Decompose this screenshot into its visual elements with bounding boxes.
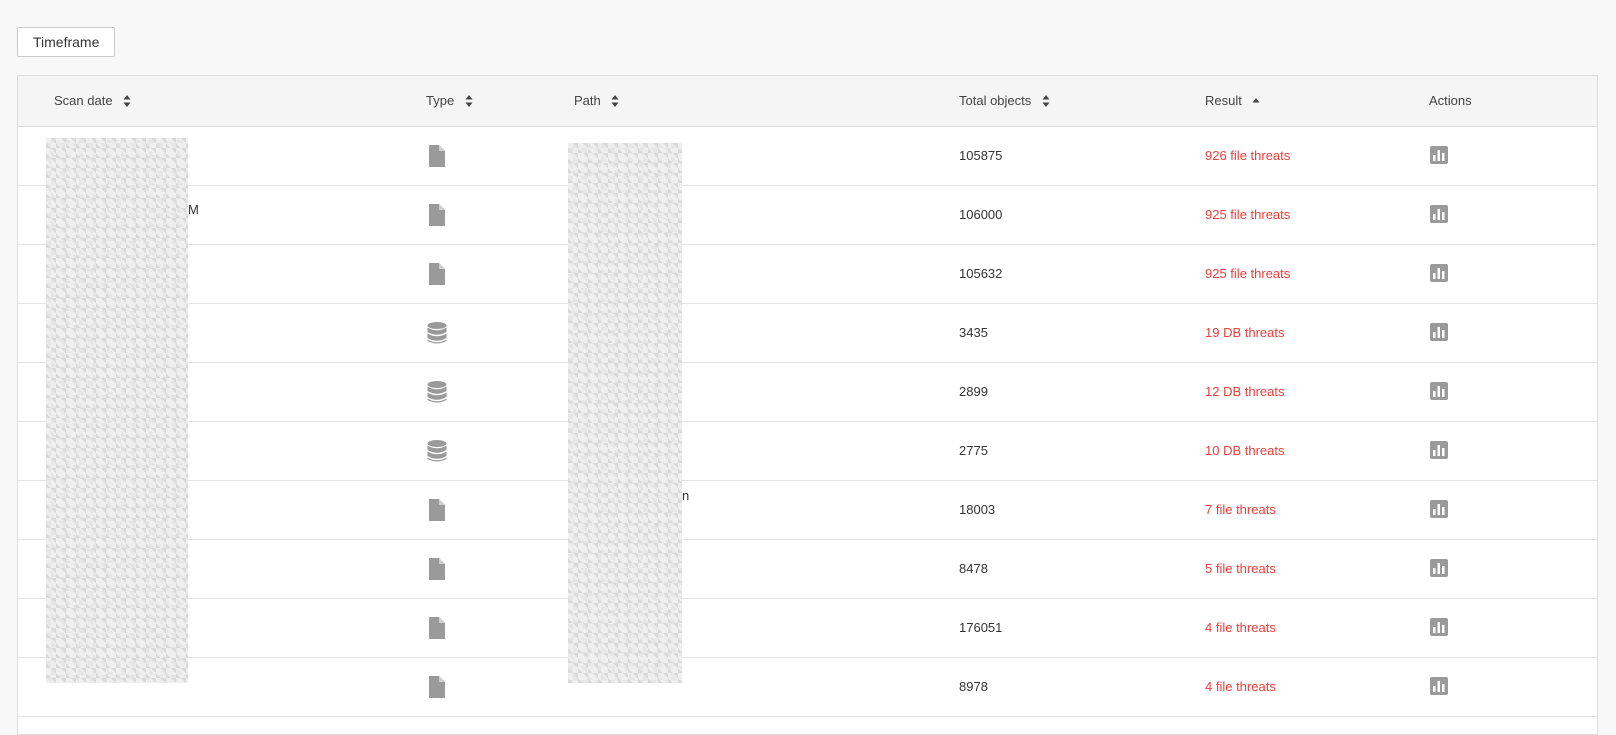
bar-chart-icon[interactable]: [1430, 146, 1448, 164]
database-icon: [426, 439, 448, 463]
table-row: 8478 5 file threats: [18, 540, 1597, 599]
total-objects-cell: 105875: [959, 148, 1003, 163]
path-suffix: n: [682, 488, 690, 503]
scan-results-table: Scan date Type Path Total objects Result…: [17, 75, 1598, 735]
sort-icon: [465, 94, 473, 107]
total-objects-cell: 106000: [959, 207, 1003, 222]
result-cell[interactable]: 925 file threats: [1205, 186, 1290, 244]
file-icon: [426, 557, 448, 581]
table-row: 106000 925 file threats: [18, 186, 1597, 245]
scan-date-suffix: M: [188, 202, 199, 217]
result-cell[interactable]: 926 file threats: [1205, 127, 1290, 185]
result-cell[interactable]: 19 DB threats: [1205, 304, 1285, 362]
sort-icon: [123, 94, 131, 107]
file-icon: [426, 144, 448, 168]
table-row: 3435 19 DB threats: [18, 304, 1597, 363]
result-cell[interactable]: 4 file threats: [1205, 658, 1276, 716]
bar-chart-icon[interactable]: [1430, 441, 1448, 459]
bar-chart-icon[interactable]: [1430, 500, 1448, 518]
header-total-objects[interactable]: Total objects: [959, 76, 1050, 126]
bar-chart-icon[interactable]: [1430, 559, 1448, 577]
table-body: 105875 926 file threats 106000 925 file thr…: [18, 127, 1597, 717]
table-header: Scan date Type Path Total objects Result…: [18, 76, 1597, 127]
header-result-label: Result: [1205, 93, 1242, 108]
bar-chart-icon[interactable]: [1430, 677, 1448, 695]
file-icon: [426, 498, 448, 522]
table-row: 176051 4 file threats: [18, 599, 1597, 658]
table-row: 105632 925 file threats: [18, 245, 1597, 304]
header-result[interactable]: Result: [1205, 76, 1260, 126]
timeframe-button[interactable]: Timeframe: [17, 27, 116, 57]
result-cell[interactable]: 925 file threats: [1205, 245, 1290, 303]
header-total-objects-label: Total objects: [959, 93, 1032, 108]
file-icon: [426, 616, 448, 640]
result-cell[interactable]: 7 file threats: [1205, 481, 1276, 539]
header-type[interactable]: Type: [426, 76, 473, 126]
redacted-scan-dates: [46, 138, 188, 683]
total-objects-cell: 3435: [959, 325, 988, 340]
database-icon: [426, 380, 448, 404]
header-path[interactable]: Path: [574, 76, 619, 126]
sort-icon: [1042, 94, 1050, 107]
bar-chart-icon[interactable]: [1430, 618, 1448, 636]
sort-asc-icon: [1252, 97, 1260, 103]
file-icon: [426, 203, 448, 227]
total-objects-cell: 105632: [959, 266, 1003, 281]
bar-chart-icon[interactable]: [1430, 205, 1448, 223]
file-icon: [426, 675, 448, 699]
table-row: 8978 4 file threats: [18, 658, 1597, 717]
sort-icon: [611, 94, 619, 107]
header-actions-label: Actions: [1429, 93, 1472, 108]
bar-chart-icon[interactable]: [1430, 382, 1448, 400]
bar-chart-icon[interactable]: [1430, 323, 1448, 341]
redacted-paths: [568, 143, 682, 683]
total-objects-cell: 18003: [959, 502, 996, 517]
table-row: 105875 926 file threats: [18, 127, 1597, 186]
header-scan-date-label: Scan date: [54, 93, 113, 108]
table-row: 2775 10 DB threats: [18, 422, 1597, 481]
total-objects-cell: 2899: [959, 384, 988, 399]
total-objects-cell: 8978: [959, 679, 988, 694]
top-bar: [0, 0, 1616, 26]
total-objects-cell: 8478: [959, 561, 988, 576]
table-row: 2899 12 DB threats: [18, 363, 1597, 422]
total-objects-cell: 2775: [959, 443, 988, 458]
header-path-label: Path: [574, 93, 601, 108]
file-icon: [426, 262, 448, 286]
result-cell[interactable]: 4 file threats: [1205, 599, 1276, 657]
header-actions: Actions: [1429, 76, 1472, 126]
database-icon: [426, 321, 448, 345]
bar-chart-icon[interactable]: [1430, 264, 1448, 282]
result-cell[interactable]: 5 file threats: [1205, 540, 1276, 598]
result-cell[interactable]: 10 DB threats: [1205, 422, 1285, 480]
result-cell[interactable]: 12 DB threats: [1205, 363, 1285, 421]
header-scan-date[interactable]: Scan date: [54, 76, 131, 126]
table-row: 18003 7 file threats: [18, 481, 1597, 540]
header-type-label: Type: [426, 93, 455, 108]
total-objects-cell: 176051: [959, 620, 1003, 635]
